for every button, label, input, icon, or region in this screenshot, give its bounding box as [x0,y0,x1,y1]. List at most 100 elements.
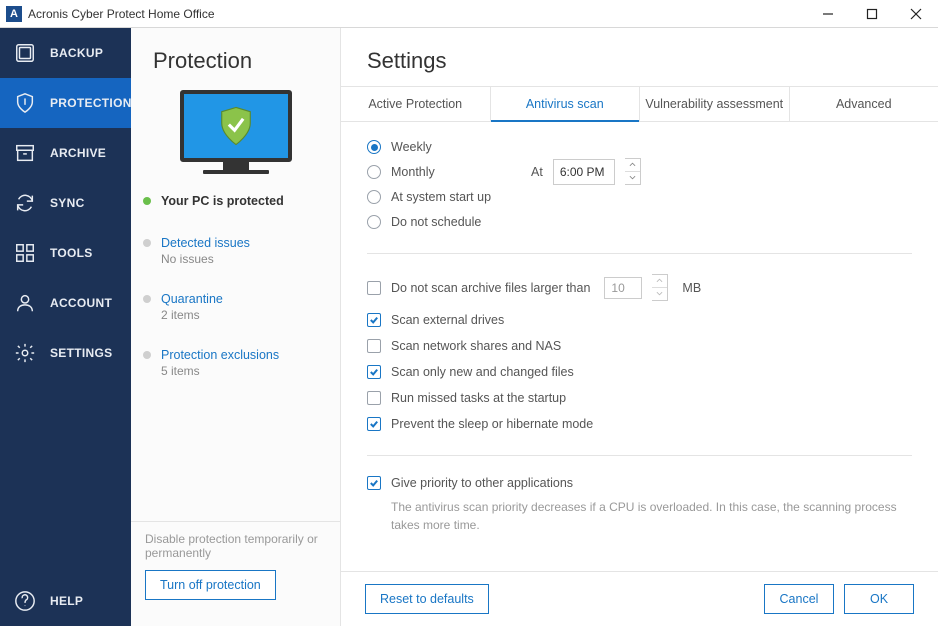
checkbox-icon [367,417,381,431]
check-label: Prevent the sleep or hibernate mode [391,417,593,431]
minimize-button[interactable] [806,0,850,28]
titlebar: A Acronis Cyber Protect Home Office [0,0,938,28]
gear-icon [14,342,36,364]
quarantine-sub: 2 items [143,308,328,322]
settings-panel: Settings Active Protection Antivirus sca… [341,28,938,626]
status-dot-icon [143,197,151,205]
sidebar-item-label: TOOLS [50,246,93,260]
schedule-radio-group: Weekly Monthly At system start up Do not… [367,140,491,229]
tools-icon [14,242,36,264]
detected-issues-link[interactable]: Detected issues [161,236,250,250]
sidebar-item-label: ACCOUNT [50,296,112,310]
time-up-button[interactable] [625,159,640,172]
radio-label: Do not schedule [391,215,481,229]
archive-limit-label: Do not scan archive files larger than [391,281,590,295]
maximize-button[interactable] [850,0,894,28]
tabs-bar: Active Protection Antivirus scan Vulnera… [341,87,938,122]
close-button[interactable] [894,0,938,28]
exclusions-link[interactable]: Protection exclusions [161,348,279,362]
checkbox-icon [367,476,381,490]
protection-illustration [131,84,340,186]
cancel-button[interactable]: Cancel [764,584,834,614]
account-icon [14,292,36,314]
protection-footer: Disable protection temporarily or perman… [131,521,340,610]
checkbox-icon [367,281,381,295]
sidebar-item-label: SYNC [50,196,85,210]
detected-issues-row[interactable]: Detected issues No issues [131,230,340,274]
sidebar-item-account[interactable]: ACCOUNT [0,278,131,328]
check-label: Scan only new and changed files [391,365,574,379]
check-external-drives[interactable]: Scan external drives [367,313,912,327]
time-down-button[interactable] [625,172,640,185]
check-label: Give priority to other applications [391,476,573,490]
tab-active-protection[interactable]: Active Protection [341,87,491,121]
archive-unit: MB [682,281,701,295]
sidebar-item-label: ARCHIVE [50,146,106,160]
quarantine-link[interactable]: Quarantine [161,292,223,306]
tab-antivirus-scan[interactable]: Antivirus scan [491,87,641,121]
sidebar-item-protection[interactable]: PROTECTION [0,78,131,128]
bullet-icon [143,239,151,247]
ok-button[interactable]: OK [844,584,914,614]
sidebar-item-archive[interactable]: ARCHIVE [0,128,131,178]
radio-monthly[interactable]: Monthly [367,165,491,179]
size-up-button[interactable] [652,275,667,288]
checkbox-icon [367,313,381,327]
quarantine-row[interactable]: Quarantine 2 items [131,286,340,330]
exclusions-sub: 5 items [143,364,328,378]
protection-title: Protection [131,48,340,84]
divider [367,253,912,254]
main-area: BACKUP PROTECTION ARCHIVE SYNC TOOLS ACC… [0,28,938,626]
sidebar-item-help[interactable]: HELP [0,576,131,626]
radio-icon [367,140,381,154]
sidebar-item-sync[interactable]: SYNC [0,178,131,228]
check-network-shares[interactable]: Scan network shares and NAS [367,339,912,353]
priority-description: The antivirus scan priority decreases if… [367,498,912,534]
tab-vulnerability-assessment[interactable]: Vulnerability assessment [640,87,790,121]
check-label: Run missed tasks at the startup [391,391,566,405]
app-logo-icon: A [6,6,22,22]
radio-label: At system start up [391,190,491,204]
archive-limit-row[interactable]: Do not scan archive files larger than MB [367,274,912,301]
check-prevent-sleep[interactable]: Prevent the sleep or hibernate mode [367,417,912,431]
settings-footer: Reset to defaults Cancel OK [341,571,938,626]
radio-do-not-schedule[interactable]: Do not schedule [367,215,491,229]
at-label: At [531,165,543,179]
help-icon [14,590,36,612]
settings-title: Settings [341,28,938,87]
sidebar-item-label: HELP [50,594,83,608]
radio-icon [367,165,381,179]
archive-size-input[interactable] [604,277,642,299]
check-priority[interactable]: Give priority to other applications [367,476,912,490]
pc-status-row: Your PC is protected [131,186,340,230]
shield-check-icon [218,106,254,146]
sidebar-item-tools[interactable]: TOOLS [0,228,131,278]
radio-icon [367,190,381,204]
detected-issues-sub: No issues [143,252,328,266]
radio-weekly[interactable]: Weekly [367,140,491,154]
sidebar-item-backup[interactable]: BACKUP [0,28,131,78]
bullet-icon [143,295,151,303]
size-down-button[interactable] [652,288,667,301]
radio-icon [367,215,381,229]
sync-icon [14,192,36,214]
reset-defaults-button[interactable]: Reset to defaults [365,584,489,614]
time-input[interactable] [553,159,615,185]
check-label: Scan external drives [391,313,504,327]
radio-label: Monthly [391,165,435,179]
archive-icon [14,142,36,164]
shield-icon [14,92,36,114]
radio-startup[interactable]: At system start up [367,190,491,204]
exclusions-row[interactable]: Protection exclusions 5 items [131,342,340,386]
archive-size-spinner [652,274,668,301]
sidebar-item-settings[interactable]: SETTINGS [0,328,131,378]
divider [367,455,912,456]
protection-panel: Protection Your PC is protected Detected… [131,28,341,626]
checkbox-icon [367,339,381,353]
check-new-changed[interactable]: Scan only new and changed files [367,365,912,379]
checkbox-icon [367,365,381,379]
tab-advanced[interactable]: Advanced [790,87,938,121]
check-run-missed[interactable]: Run missed tasks at the startup [367,391,912,405]
time-spinner [625,158,641,185]
turn-off-protection-button[interactable]: Turn off protection [145,570,276,600]
